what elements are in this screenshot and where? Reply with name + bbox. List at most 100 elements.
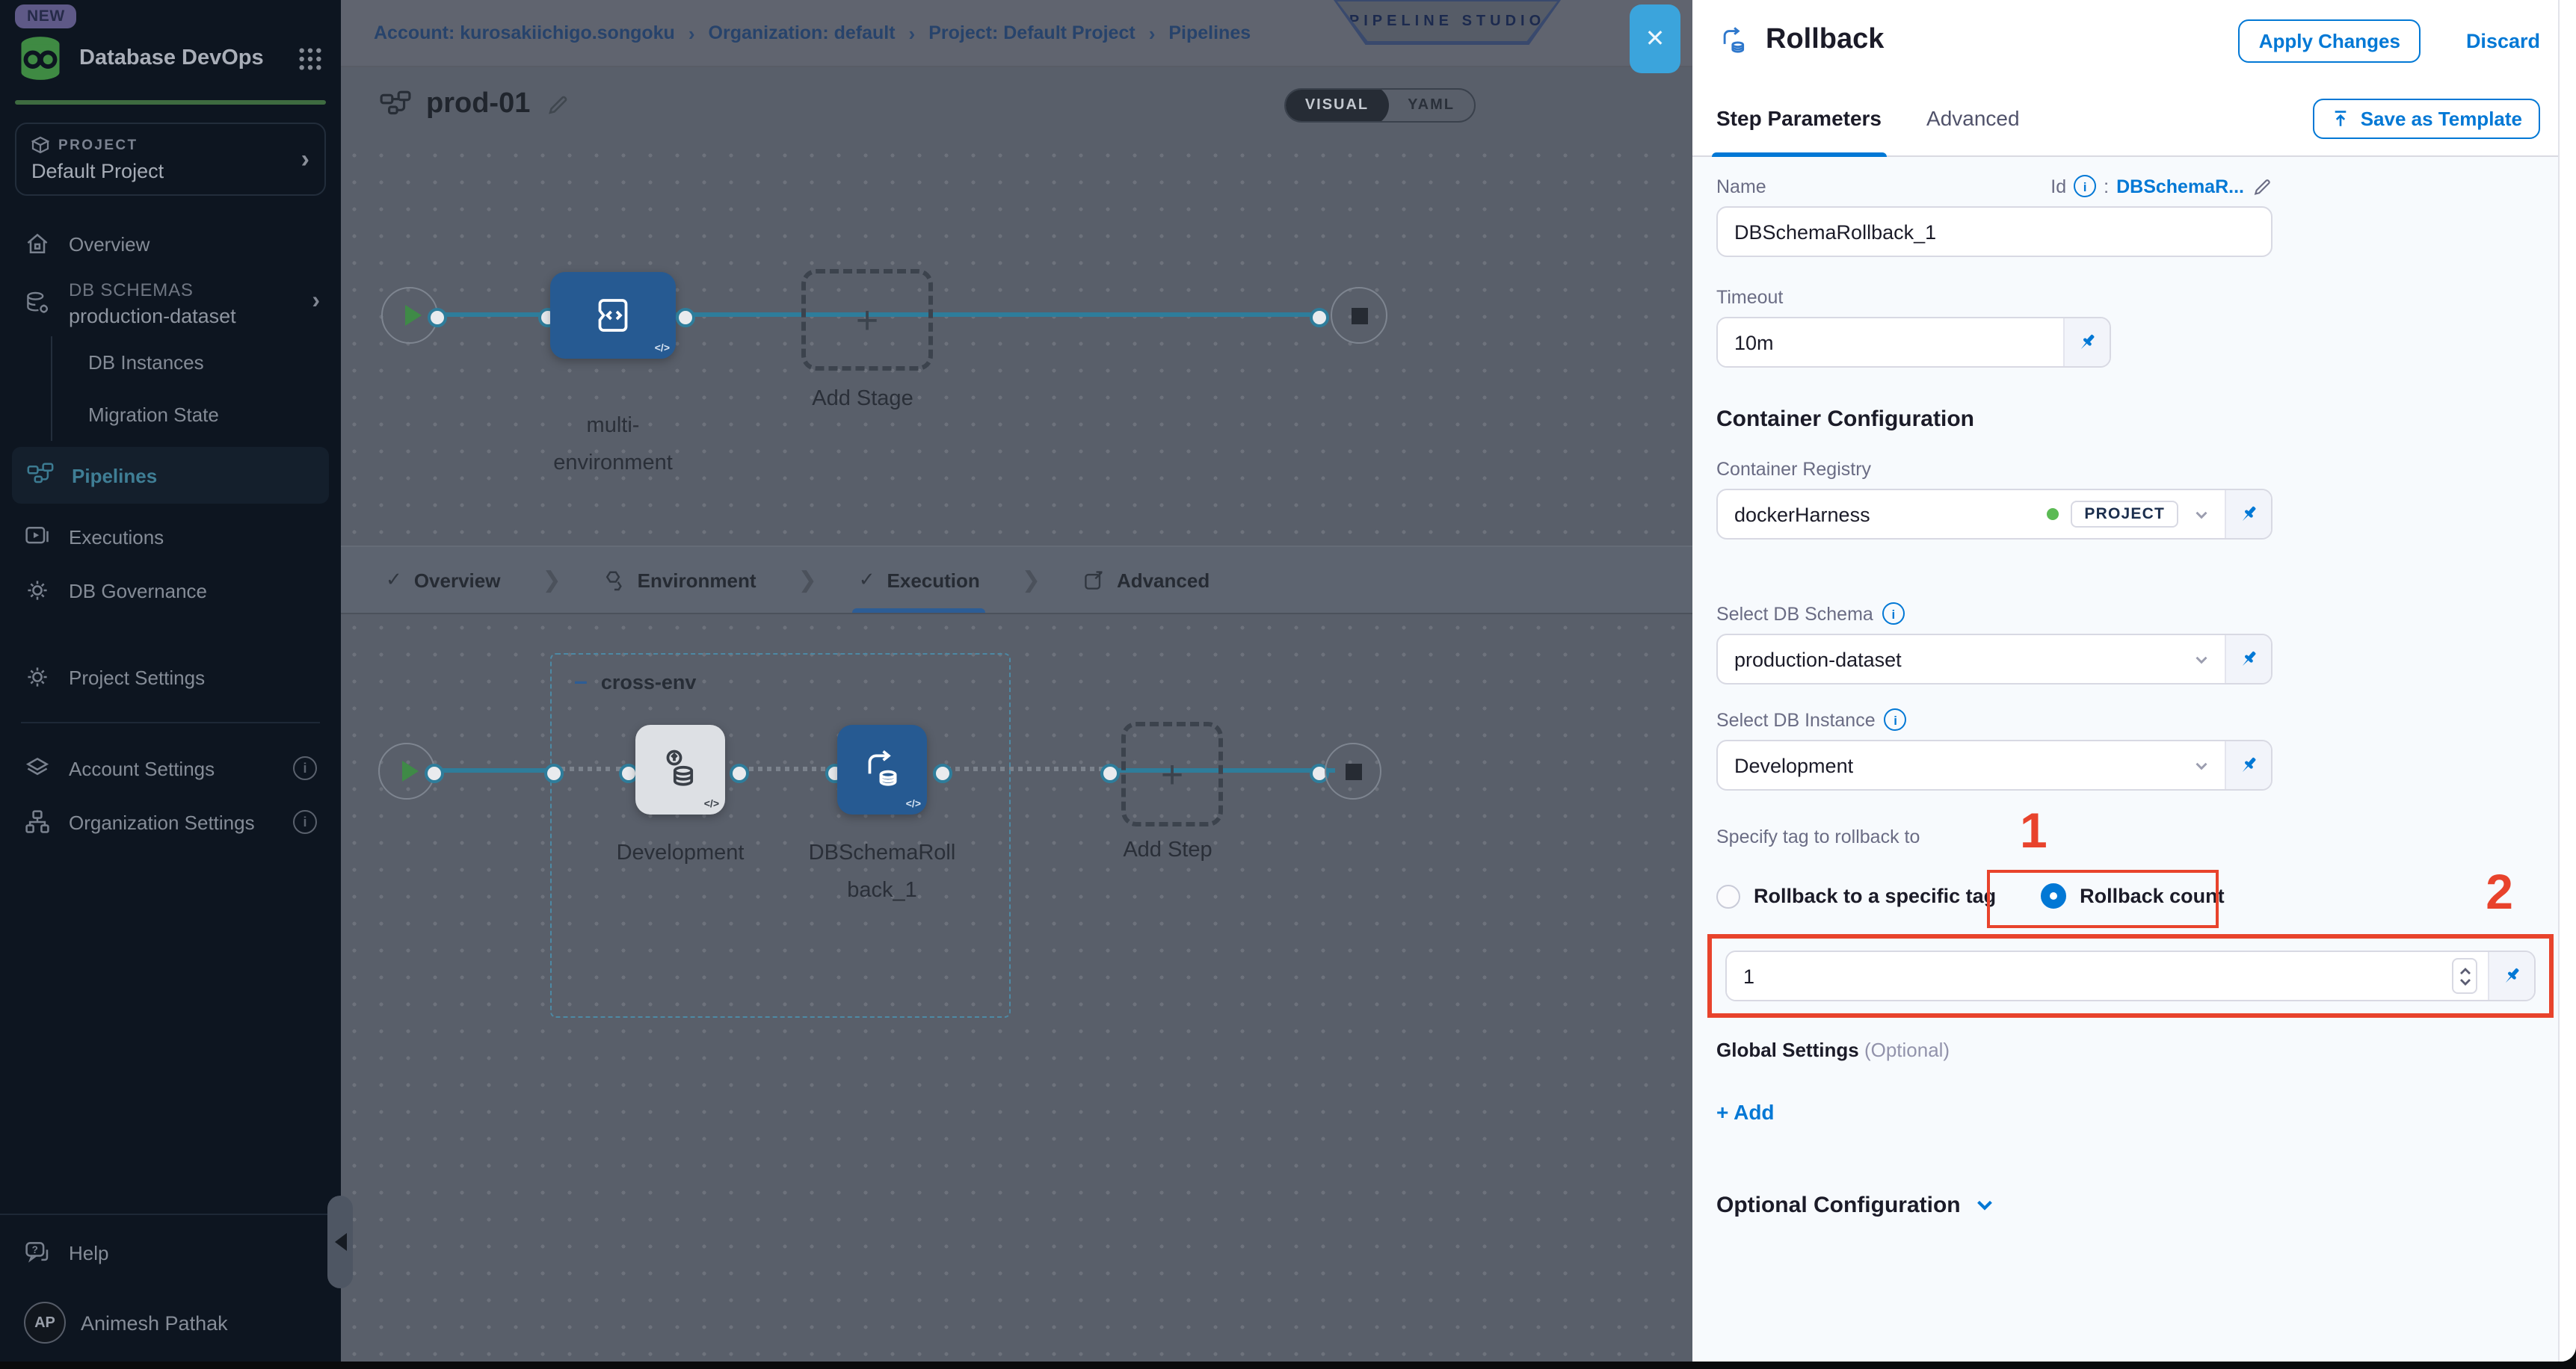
breadcrumb-separator: › bbox=[1149, 22, 1156, 44]
sidebar-item-migration-state[interactable]: Migration State bbox=[52, 389, 341, 441]
tab-environment[interactable]: Environment bbox=[603, 547, 757, 613]
db-schema-select[interactable]: production-dataset bbox=[1716, 634, 2273, 684]
plus-icon: + bbox=[1161, 751, 1183, 797]
info-icon[interactable]: i bbox=[1885, 708, 1907, 731]
chevron-down-icon bbox=[1974, 1194, 1997, 1217]
breadcrumb-account[interactable]: Account: kurosakiichigo.songoku bbox=[374, 22, 675, 43]
tab-overview[interactable]: ✓ Overview bbox=[386, 547, 500, 613]
apply-changes-button[interactable]: Apply Changes bbox=[2238, 19, 2421, 62]
toggle-yaml[interactable]: YAML bbox=[1388, 92, 1474, 117]
stage-node-multi-environment[interactable]: </> bbox=[550, 272, 676, 359]
sidebar-item-label: Executions bbox=[69, 525, 164, 548]
add-stage-label[interactable]: Add Stage bbox=[788, 381, 937, 418]
save-as-template-button[interactable]: Save as Template bbox=[2313, 98, 2540, 138]
execution-canvas[interactable]: – cross-env </> </> + Development bbox=[341, 614, 1692, 1362]
rollback-count-field[interactable] bbox=[1725, 951, 2536, 1001]
pipeline-icon bbox=[380, 89, 411, 120]
advanced-icon bbox=[1082, 569, 1105, 591]
stage-label[interactable]: multi-environment bbox=[531, 408, 695, 483]
step-node-development[interactable]: </> bbox=[635, 725, 725, 815]
user-menu[interactable]: AP Animesh Pathak bbox=[24, 1302, 317, 1344]
chevron-down-icon[interactable] bbox=[2192, 755, 2211, 775]
code-glyph: </> bbox=[906, 800, 921, 810]
breadcrumb-pipelines[interactable]: Pipelines bbox=[1168, 22, 1251, 43]
edit-pencil-icon[interactable] bbox=[545, 93, 569, 117]
add-step-label[interactable]: Add Step bbox=[1093, 832, 1242, 870]
sidebar-item-help[interactable]: ? Help bbox=[24, 1239, 317, 1266]
collapse-minus-icon[interactable]: – bbox=[574, 675, 588, 690]
toggle-visual[interactable]: VISUAL bbox=[1286, 87, 1388, 122]
tab-step-parameters[interactable]: Step Parameters bbox=[1716, 81, 1882, 155]
sidebar-item-pipelines[interactable]: Pipelines bbox=[12, 447, 329, 504]
module-grid-icon[interactable] bbox=[298, 46, 323, 71]
db-instance-select[interactable]: Development bbox=[1716, 740, 2273, 791]
breadcrumb-project[interactable]: Project: Default Project bbox=[928, 22, 1135, 43]
add-stage-button[interactable]: + bbox=[801, 269, 933, 371]
breadcrumb-organization[interactable]: Organization: default bbox=[709, 22, 896, 43]
edit-id-pencil-icon[interactable] bbox=[2252, 176, 2273, 197]
tab-advanced[interactable]: Advanced bbox=[1082, 547, 1210, 613]
project-selector[interactable]: PROJECT Default Project › bbox=[15, 123, 326, 196]
optional-configuration-toggle[interactable]: Optional Configuration bbox=[1716, 1193, 2546, 1218]
step-label-rollback[interactable]: DBSchemaRollback_1 bbox=[803, 835, 961, 910]
sidebar-item-organization-settings[interactable]: Organization Settings i bbox=[0, 795, 341, 849]
radio-specific-tag[interactable] bbox=[1716, 884, 1740, 908]
step-node-dbschemarollback[interactable]: </> bbox=[837, 725, 927, 815]
exec-connector-line bbox=[435, 768, 550, 773]
timeout-input[interactable] bbox=[1718, 318, 2063, 366]
step-group-label-row[interactable]: – cross-env bbox=[574, 671, 696, 693]
runtime-pin-button[interactable] bbox=[2225, 635, 2271, 683]
sidebar-item-db-instances[interactable]: DB Instances bbox=[52, 336, 341, 389]
runtime-pin-button[interactable] bbox=[2225, 490, 2271, 538]
home-icon bbox=[24, 230, 51, 257]
sidebar-item-account-settings[interactable]: Account Settings i bbox=[0, 741, 341, 795]
info-icon[interactable]: i bbox=[1882, 602, 1905, 625]
tab-separator: ❯ bbox=[542, 566, 561, 593]
discard-button[interactable]: Discard bbox=[2466, 29, 2540, 52]
sidebar-collapse-handle[interactable] bbox=[327, 1196, 353, 1288]
close-studio-button[interactable]: ✕ bbox=[1630, 4, 1680, 73]
panel-scrollbar[interactable] bbox=[2558, 0, 2576, 1362]
custom-stage-icon bbox=[591, 293, 635, 338]
runtime-pin-button[interactable] bbox=[2225, 741, 2271, 789]
sidebar-item-overview[interactable]: Overview bbox=[0, 217, 341, 271]
sidebar-item-executions[interactable]: Executions bbox=[0, 510, 341, 563]
tab-execution[interactable]: ✓ Execution bbox=[859, 547, 980, 613]
visual-yaml-toggle[interactable]: VISUAL YAML bbox=[1284, 87, 1476, 122]
stepper-down-icon bbox=[2459, 977, 2471, 986]
connector-port bbox=[425, 764, 444, 783]
chevron-down-icon[interactable] bbox=[2192, 504, 2211, 524]
number-stepper[interactable] bbox=[2452, 958, 2477, 994]
info-icon: i bbox=[293, 756, 317, 780]
id-value[interactable]: DBSchemaR... bbox=[2116, 176, 2244, 197]
pin-icon bbox=[2238, 504, 2259, 525]
connector-port bbox=[1310, 308, 1329, 327]
info-icon[interactable]: i bbox=[2074, 175, 2096, 197]
chevron-down-icon[interactable] bbox=[2192, 649, 2211, 669]
db-schemas-name: production-dataset bbox=[69, 305, 236, 327]
module-accent-rule bbox=[15, 100, 326, 105]
runtime-pin-button[interactable] bbox=[2488, 952, 2534, 1000]
add-step-button[interactable]: + bbox=[1121, 722, 1223, 826]
radio-specific-tag-label[interactable]: Rollback to a specific tag bbox=[1754, 885, 1996, 907]
runtime-pin-button[interactable] bbox=[2063, 318, 2110, 366]
container-registry-value: dockerHarness bbox=[1718, 503, 2047, 525]
pin-icon bbox=[2238, 649, 2259, 670]
add-global-setting-link[interactable]: + Add bbox=[1716, 1100, 2546, 1124]
database-devops-logo-icon bbox=[15, 33, 66, 84]
new-badge: NEW bbox=[15, 4, 77, 28]
sidebar-item-label: Help bbox=[69, 1241, 109, 1264]
sidebar-item-db-governance[interactable]: DB Governance bbox=[0, 563, 341, 617]
tab-advanced-panel[interactable]: Advanced bbox=[1926, 81, 2020, 155]
executions-icon bbox=[24, 523, 51, 550]
stage-canvas[interactable]: </> + multi-environment Add Stage bbox=[341, 142, 1692, 546]
rollback-count-input[interactable] bbox=[1727, 952, 2452, 1000]
timeout-field[interactable] bbox=[1716, 317, 2111, 368]
id-label: Id bbox=[2050, 176, 2066, 197]
name-input[interactable] bbox=[1716, 206, 2273, 257]
sidebar-item-db-schemas[interactable]: DB SCHEMAS production-dataset › bbox=[0, 271, 341, 333]
panel-header: Rollback Apply Changes Discard bbox=[1692, 0, 2576, 81]
step-label-development[interactable]: Development bbox=[591, 835, 770, 873]
sidebar-item-project-settings[interactable]: Project Settings bbox=[0, 650, 341, 704]
container-registry-field[interactable]: dockerHarness PROJECT bbox=[1716, 489, 2273, 540]
